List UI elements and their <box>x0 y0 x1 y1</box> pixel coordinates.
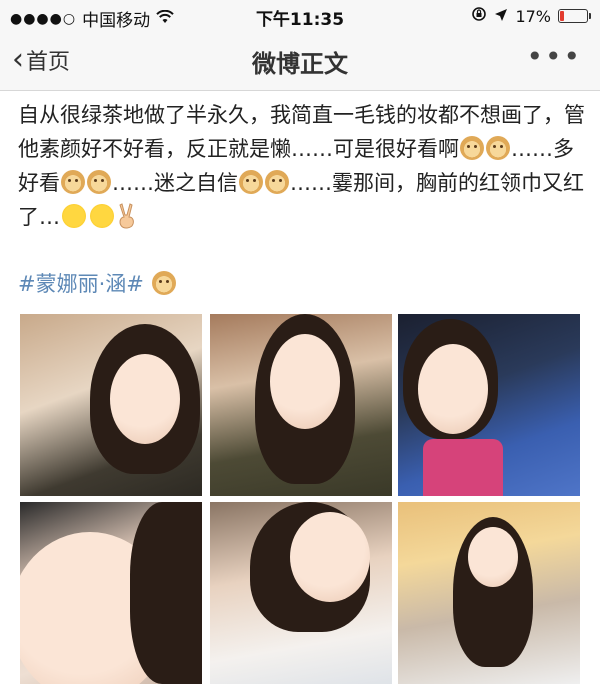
hair-shape <box>130 502 202 684</box>
post-text: 自从很绿茶地做了半永久，我简直一毛钱的妆都不想画了，管他素颜好不好看，反正就是懒… <box>18 98 588 234</box>
doge-emoji <box>265 170 289 194</box>
doge-emoji <box>486 136 510 160</box>
status-bar: ●●●●○ 中国移动 下午11:35 17% <box>0 0 600 31</box>
face-shape <box>270 334 340 429</box>
battery-fill <box>560 11 565 21</box>
doge-emoji <box>61 170 85 194</box>
top-shape <box>423 439 503 496</box>
smile-emoji <box>90 204 114 228</box>
doge-emoji <box>460 136 484 160</box>
face-shape <box>290 512 370 602</box>
photo-5[interactable] <box>210 502 392 684</box>
status-right: 17% <box>471 6 591 26</box>
doge-emoji <box>151 271 176 295</box>
page-title: 微博正文 <box>252 50 348 78</box>
post-text-segment: ……迷之自信 <box>112 171 238 195</box>
location-arrow-icon <box>494 7 508 26</box>
more-options-button[interactable]: ••• <box>526 40 582 73</box>
smile-emoji <box>62 204 86 228</box>
face-shape <box>110 354 180 444</box>
doge-emoji <box>87 170 111 194</box>
navigation-bar: ‹ 首页 微博正文 ••• <box>0 30 600 91</box>
photo-1[interactable] <box>20 314 202 496</box>
hashtag-link[interactable]: #蒙娜丽·涵# <box>18 268 177 298</box>
orientation-lock-icon <box>471 6 487 26</box>
photo-3[interactable] <box>398 314 580 496</box>
face-shape <box>468 527 518 587</box>
victory-hand-emoji <box>116 203 138 229</box>
doge-emoji <box>239 170 263 194</box>
hashtag-text: #蒙娜丽·涵# <box>18 272 144 296</box>
photo-4[interactable] <box>20 502 202 684</box>
photo-2[interactable] <box>210 314 392 496</box>
photo-6[interactable] <box>398 502 580 684</box>
battery-percent: 17% <box>515 6 551 26</box>
battery-icon <box>558 9 591 23</box>
face-shape <box>418 344 488 434</box>
